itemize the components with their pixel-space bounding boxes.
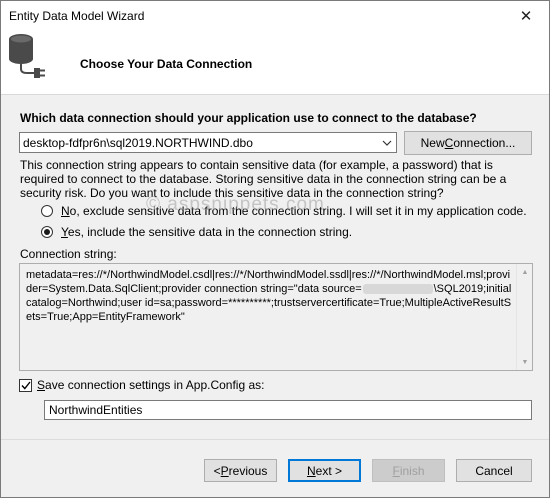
finish-button[interactable]: Finish [372, 459, 445, 482]
wizard-header: Choose Your Data Connection [1, 31, 549, 95]
radio-exclude-label: No, exclude sensitive data from the conn… [61, 204, 527, 218]
previous-accel: P [220, 463, 229, 478]
step-title: Choose Your Data Connection [80, 57, 253, 71]
connection-question: Which data connection should your applic… [20, 111, 477, 125]
title-bar: Entity Data Model Wizard ✕ [1, 1, 549, 31]
radio-include-accel: Y [61, 225, 68, 239]
radio-include-button[interactable] [41, 226, 53, 238]
next-accel: N [306, 463, 316, 478]
config-name-input[interactable] [44, 400, 532, 420]
scroll-down-icon[interactable]: ▼ [517, 354, 533, 370]
checkmark-icon [20, 381, 31, 390]
save-config-checkbox-row[interactable]: Save connection settings in App.Config a… [19, 378, 265, 392]
sensitive-data-warning: This connection string appears to contai… [20, 158, 507, 200]
radio-include-label: Yes, include the sensitive data in the c… [61, 225, 352, 239]
database-plug-icon [9, 34, 45, 78]
new-connection-label-start: New [420, 136, 445, 150]
connection-string-text: metadata=res://*/NorthwindModel.csdl|res… [26, 268, 514, 324]
save-config-text: ave connection settings in App.Config as… [45, 378, 265, 392]
radio-include-text: es, include the sensitive data in the co… [67, 225, 353, 239]
connection-string-textbox[interactable]: metadata=res://*/NorthwindModel.csdl|res… [19, 263, 533, 371]
finish-text: inish [399, 463, 425, 478]
previous-prefix: < [213, 463, 221, 478]
close-icon[interactable]: ✕ [503, 1, 549, 31]
radio-exclude-accel: N [61, 204, 70, 218]
connection-string-label: Connection string: [20, 247, 117, 261]
connection-string-scrollbar[interactable]: ▲ ▼ [516, 264, 532, 370]
wizard-window: Entity Data Model Wizard ✕ Choose Your D… [0, 0, 550, 498]
radio-exclude-button[interactable] [41, 205, 53, 217]
redacted-server-name [362, 284, 433, 295]
save-config-label: Save connection settings in App.Config a… [37, 378, 265, 392]
radio-exclude-sensitive[interactable]: No, exclude sensitive data from the conn… [41, 203, 527, 219]
window-title: Entity Data Model Wizard [9, 9, 145, 23]
next-text: ext > [315, 463, 343, 478]
save-config-accel: S [37, 378, 46, 392]
finish-accel: F [392, 463, 400, 478]
connection-dropdown-value: desktop-fdfpr6n\sql2019.NORTHWIND.dbo [23, 136, 253, 150]
new-connection-button[interactable]: New Connection... [404, 131, 532, 155]
new-connection-accel: C [444, 136, 454, 150]
chevron-down-icon[interactable] [378, 133, 396, 152]
radio-include-sensitive[interactable]: Yes, include the sensitive data in the c… [41, 224, 352, 240]
scroll-up-icon[interactable]: ▲ [517, 264, 533, 280]
new-connection-label-end: onnection... [453, 136, 516, 150]
previous-text: revious [228, 463, 268, 478]
cancel-button[interactable]: Cancel [456, 459, 532, 482]
next-button[interactable]: Next > [288, 459, 361, 482]
previous-button[interactable]: < Previous [204, 459, 277, 482]
footer-divider [1, 439, 549, 440]
connection-dropdown[interactable]: desktop-fdfpr6n\sql2019.NORTHWIND.dbo [19, 132, 397, 153]
save-config-checkbox[interactable] [19, 378, 32, 392]
radio-exclude-text: o, exclude sensitive data from the conne… [69, 204, 527, 218]
